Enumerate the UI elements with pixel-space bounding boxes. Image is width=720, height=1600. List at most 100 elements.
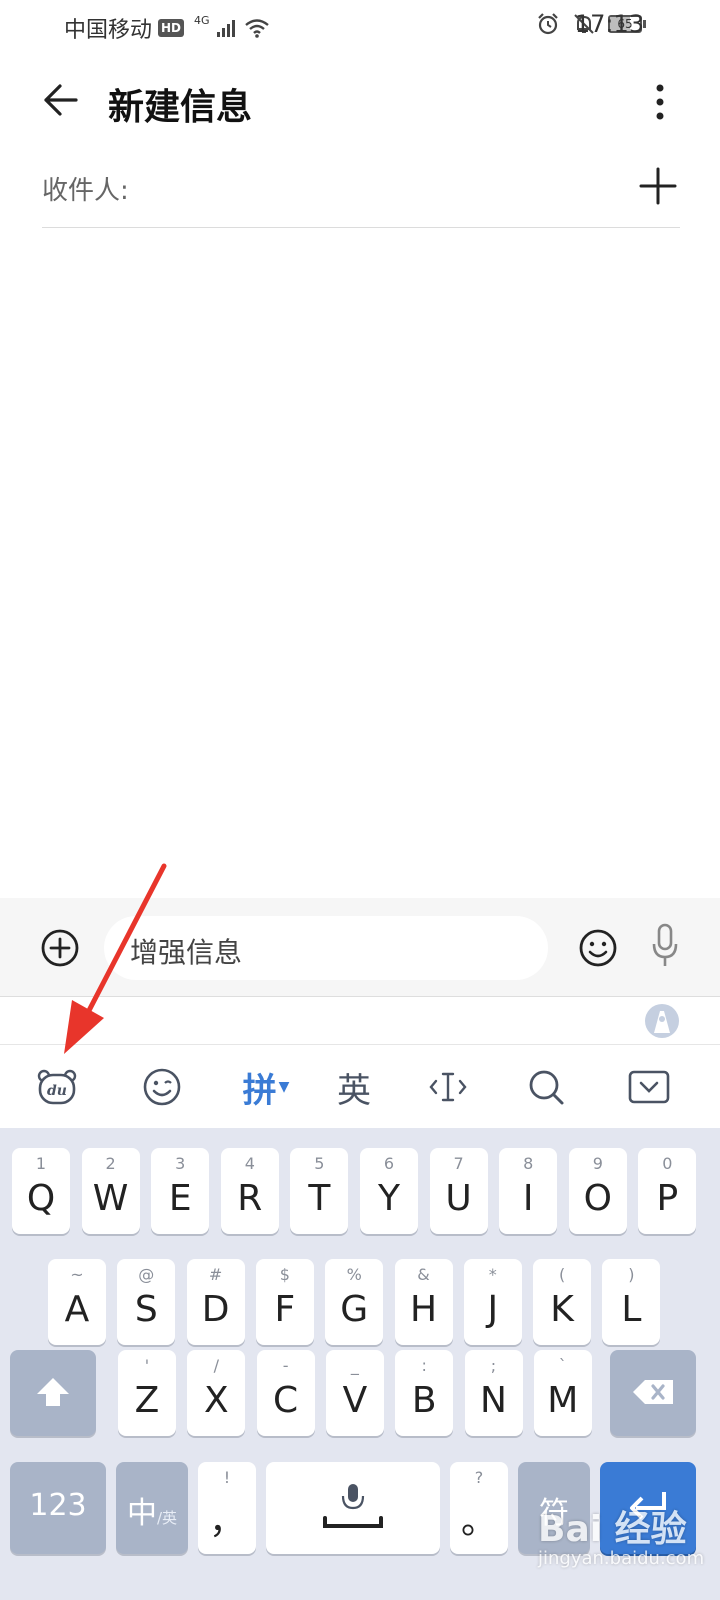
- key-label: D: [201, 1289, 230, 1330]
- search-button[interactable]: [526, 1059, 566, 1115]
- pinyin-label: 拼: [242, 1070, 277, 1111]
- key-u[interactable]: 7U: [429, 1148, 488, 1234]
- key-hint: 7: [453, 1154, 464, 1173]
- language-switch-key[interactable]: 中/英: [116, 1462, 188, 1554]
- emoji-button[interactable]: [578, 928, 618, 968]
- english-mode-button[interactable]: 英: [334, 1059, 374, 1115]
- recipient-field[interactable]: 收件人:: [42, 160, 680, 228]
- key-hint: #: [208, 1265, 223, 1284]
- key-label: P: [656, 1178, 679, 1219]
- add-recipient-button[interactable]: [638, 166, 678, 206]
- key-label: I: [522, 1178, 534, 1219]
- key-s[interactable]: @ S: [117, 1259, 176, 1345]
- svg-text:du: du: [47, 1083, 67, 1099]
- wifi-icon: [244, 19, 269, 38]
- shift-icon: [37, 1378, 69, 1406]
- key-f[interactable]: $ F: [255, 1259, 314, 1345]
- key-j[interactable]: * J: [463, 1259, 522, 1345]
- du-bear-icon: du: [37, 1069, 77, 1105]
- microphone-icon: [652, 923, 678, 966]
- keyboard-assistant-button[interactable]: [644, 1003, 680, 1039]
- key-l[interactable]: ) L: [602, 1259, 661, 1345]
- period-key[interactable]: ? 。: [450, 1462, 508, 1554]
- hide-keyboard-button[interactable]: [628, 1059, 670, 1115]
- numbers-key[interactable]: 123: [10, 1462, 106, 1554]
- key-p[interactable]: 0P: [638, 1148, 697, 1234]
- key-b[interactable]: :B: [395, 1350, 454, 1436]
- key-z[interactable]: ' Z: [118, 1350, 176, 1436]
- key-hint: 2: [105, 1154, 116, 1173]
- du-menu-button[interactable]: du: [36, 1059, 78, 1115]
- key-hint: 1: [35, 1154, 47, 1173]
- comma-hint: !: [223, 1468, 231, 1487]
- space-key[interactable]: [266, 1462, 440, 1554]
- key-label: K: [550, 1289, 574, 1330]
- key-q[interactable]: 1Q: [12, 1148, 70, 1234]
- key-n[interactable]: ; N: [464, 1350, 523, 1436]
- key-e[interactable]: 3E: [151, 1148, 210, 1234]
- key-t[interactable]: 5T: [290, 1148, 349, 1234]
- page-title: 新建信息: [108, 87, 253, 128]
- key-i[interactable]: 8I: [499, 1148, 558, 1234]
- backspace-icon: [633, 1380, 673, 1404]
- key-label: W: [92, 1178, 129, 1219]
- key-hint: 6: [383, 1154, 395, 1173]
- english-label: 英: [337, 1070, 371, 1111]
- shift-key[interactable]: [10, 1350, 96, 1436]
- key-hint: _: [350, 1356, 359, 1375]
- suggestion-strip: [0, 996, 720, 1044]
- watermark-logo: Bai 经验: [538, 1509, 687, 1550]
- key-hint: ): [628, 1265, 635, 1284]
- key-h[interactable]: & H: [394, 1259, 453, 1345]
- key-hint: /: [213, 1356, 219, 1375]
- key-label: L: [621, 1289, 642, 1330]
- key-o[interactable]: 9O: [568, 1148, 627, 1234]
- caret-down-icon: ▼: [278, 1079, 290, 1095]
- key-label: F: [274, 1289, 296, 1330]
- text-cursor-icon: [429, 1072, 467, 1102]
- status-left: 中国移动 HD 4G: [64, 12, 270, 44]
- key-g[interactable]: % G: [325, 1259, 384, 1345]
- key-hint: $: [279, 1265, 290, 1284]
- alarm-icon: [538, 13, 558, 35]
- key-hint: ;: [490, 1356, 497, 1375]
- key-w[interactable]: 2W: [81, 1148, 140, 1234]
- key-x[interactable]: / X: [187, 1350, 246, 1436]
- key-label: E: [168, 1178, 192, 1219]
- key-a[interactable]: ~ A: [48, 1259, 106, 1345]
- space-mic-icon: [323, 1484, 383, 1528]
- more-options-button[interactable]: [650, 80, 670, 124]
- attach-button[interactable]: [40, 928, 80, 968]
- numbers-key-label: 123: [29, 1488, 87, 1523]
- watermark: Bai 经验 jingyan.baidu.com: [538, 1500, 718, 1596]
- hd-badge: HD: [158, 19, 185, 37]
- smiley-icon: [579, 929, 617, 967]
- key-hint: :: [421, 1356, 427, 1375]
- key-k[interactable]: (K: [533, 1259, 592, 1345]
- key-hint: 4: [244, 1154, 255, 1173]
- voice-button[interactable]: [650, 922, 680, 970]
- key-y[interactable]: 6Y: [360, 1148, 418, 1234]
- key-label: G: [340, 1289, 369, 1330]
- key-m[interactable]: ` M: [533, 1350, 592, 1436]
- key-label: R: [237, 1178, 263, 1219]
- back-button[interactable]: [40, 78, 84, 122]
- key-hint: %: [346, 1265, 362, 1284]
- compose-bar: 增强信息: [0, 898, 720, 996]
- search-icon: [529, 1070, 564, 1105]
- key-v[interactable]: _ V: [325, 1350, 384, 1436]
- key-label: Z: [134, 1380, 160, 1421]
- comma-label: ，: [208, 1501, 245, 1542]
- keyboard-hide-icon: [628, 1070, 670, 1104]
- pinyin-mode-button[interactable]: 拼 ▼: [236, 1059, 296, 1115]
- keyboard-toolbar: du 拼 ▼ 英: [0, 1044, 720, 1128]
- toolbar-emoji-button[interactable]: [142, 1059, 182, 1115]
- key-r[interactable]: 4R: [220, 1148, 279, 1234]
- key-c[interactable]: -C: [256, 1350, 315, 1436]
- message-input[interactable]: 增强信息: [104, 916, 548, 980]
- battery-level: 65: [617, 17, 633, 31]
- delete-key[interactable]: [610, 1350, 696, 1436]
- key-d[interactable]: # D: [186, 1259, 245, 1345]
- cursor-edit-button[interactable]: [428, 1059, 468, 1115]
- comma-key[interactable]: ! ，: [198, 1462, 256, 1554]
